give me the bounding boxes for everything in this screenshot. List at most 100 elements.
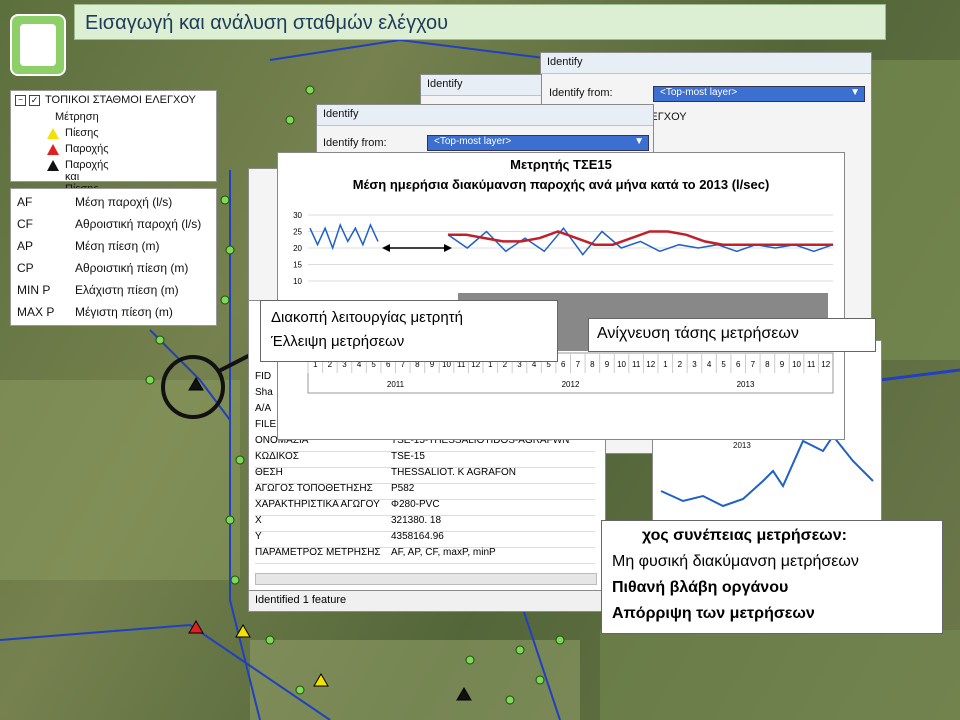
pipe-line xyxy=(0,623,331,720)
chevron-down-icon: ▼ xyxy=(634,136,644,147)
year-tick-label: 2013 xyxy=(737,380,755,389)
pressure-station-marker[interactable] xyxy=(313,673,329,687)
month-tick-label: 6 xyxy=(736,360,741,369)
legend-item-label: Παροχής xyxy=(65,143,109,155)
attr-label: FID xyxy=(255,371,272,382)
table-row[interactable]: ΧΑΡΑΚΤΗΡΙΣΤΙΚΑ ΑΓΩΓΟΥ Φ280-PVC xyxy=(255,499,595,516)
note-trend-detection: Ανίχνευση τάσης μετρήσεων xyxy=(588,318,876,352)
slide-title-bar: Εισαγωγή και ανάλυση σταθμών ελέγχου xyxy=(74,4,886,40)
month-tick-label: 8 xyxy=(765,360,770,369)
network-node[interactable] xyxy=(285,115,295,125)
page-title: Εισαγωγή και ανάλυση σταθμών ελέγχου xyxy=(85,12,449,34)
attr-label: Sha xyxy=(255,387,273,398)
table-row[interactable]: ΠΑΡΑΜΕΤΡΟΣ ΜΕΤΡΗΣΗΣ AF, AP, CF, maxP, min… xyxy=(255,547,595,564)
chart-plot: 30252015101 2 3 4 5 6 7 8 9 10 11 12 1 2 3 4 5 6 7 8 9 10 11 12… xyxy=(293,211,834,394)
network-node[interactable] xyxy=(535,675,545,685)
network-node[interactable] xyxy=(155,335,165,345)
app-logo xyxy=(10,14,66,76)
month-tick-label: 3 xyxy=(692,360,697,369)
window-title: Identify xyxy=(427,78,463,90)
window-title: Identify xyxy=(323,108,359,120)
month-tick-label: 10 xyxy=(792,360,801,369)
network-node[interactable] xyxy=(225,245,235,255)
month-tick-label: 7 xyxy=(751,360,756,369)
network-node[interactable] xyxy=(145,375,155,385)
network-node[interactable] xyxy=(505,695,515,705)
month-tick-label: 2 xyxy=(678,360,683,369)
attr-label: A/A xyxy=(255,403,272,414)
black-triangle-icon xyxy=(47,160,59,171)
window-title: Identify xyxy=(547,56,583,68)
network-node[interactable] xyxy=(230,575,240,585)
month-tick-label: 1 xyxy=(663,360,668,369)
year-label: 2013 xyxy=(733,441,751,450)
chevron-down-icon: ▼ xyxy=(850,87,860,98)
network-node[interactable] xyxy=(515,645,525,655)
table-row[interactable]: ΚΩΔΙΚΟΣ TSE-15 xyxy=(255,451,595,468)
layer-legend: − ✓ ΤΟΠΙΚΟΙ ΣΤΑΘΜΟΙ ΕΛΕΓΧΟΥ Μέτρηση Πίεσ… xyxy=(10,90,217,195)
arrow-head xyxy=(382,244,390,252)
network-node[interactable] xyxy=(220,295,230,305)
pipe-line xyxy=(519,599,561,720)
legend-layer-name: ΤΟΠΙΚΟΙ ΣΤΑΘΜΟΙ ΕΛΕΓΧΟΥ xyxy=(45,94,196,106)
network-node[interactable] xyxy=(235,455,245,465)
network-node[interactable] xyxy=(220,195,230,205)
month-tick-label: 12 xyxy=(646,360,655,369)
y-tick-label: 25 xyxy=(293,228,302,237)
identify-from-label: Identify from: xyxy=(549,87,613,99)
month-tick-label: 9 xyxy=(605,360,610,369)
month-tick-label: 4 xyxy=(707,360,712,369)
flow-chart-panel: Μετρητής ΤΣΕ15 Μέση ημερήσια διακύμανση … xyxy=(277,152,845,440)
month-tick-label: 7 xyxy=(576,360,581,369)
logo-icon xyxy=(20,24,56,66)
note-meter-outage: Διακοπή λειτουργίας μετρητή Έλλειψη μετρ… xyxy=(260,300,558,362)
pipe-line xyxy=(879,368,960,382)
legend-item-label: Πίεσης xyxy=(65,127,99,139)
identify-from-label: Identify from: xyxy=(323,137,387,149)
arrow-head xyxy=(444,244,452,252)
yellow-triangle-icon xyxy=(47,128,59,139)
identify-from-select[interactable]: <Top-most layer> ▼ xyxy=(427,135,649,151)
network-node[interactable] xyxy=(305,85,315,95)
month-tick-label: 6 xyxy=(561,360,566,369)
series-line-2 xyxy=(448,230,833,246)
collapse-icon[interactable]: − xyxy=(15,95,26,106)
series-line-0 xyxy=(309,222,379,251)
abbreviations-table: AF Μέση παροχή (l/s) CF Αθροιστική παροχή … xyxy=(10,188,217,326)
year-tick-label: 2012 xyxy=(562,380,580,389)
month-tick-label: 10 xyxy=(617,360,626,369)
attr-label: FILE xyxy=(255,419,277,430)
network-node[interactable] xyxy=(225,515,235,525)
flow-station-marker[interactable] xyxy=(188,620,204,634)
y-tick-label: 30 xyxy=(293,211,302,220)
y-tick-label: 10 xyxy=(293,277,302,286)
identify-window[interactable]: Identify Identify from: <Top-most layer>… xyxy=(316,104,654,156)
status-text: Identified 1 feature xyxy=(255,594,347,606)
flow-pressure-station-marker[interactable] xyxy=(456,687,472,701)
month-tick-label: 8 xyxy=(590,360,595,369)
table-row[interactable]: ΑΓΩΓΟΣ ΤΟΠΟΘΕΤΗΣΗΣ P582 xyxy=(255,483,595,500)
horizontal-scrollbar[interactable] xyxy=(255,573,597,585)
y-tick-label: 15 xyxy=(293,261,302,270)
network-node[interactable] xyxy=(555,635,565,645)
network-node[interactable] xyxy=(265,635,275,645)
year-tick-label: 2011 xyxy=(387,380,405,389)
network-node[interactable] xyxy=(295,685,305,695)
table-row[interactable]: ΘΕΣΗ THESSALIOT. K AGRAFON xyxy=(255,467,595,484)
month-tick-label: 5 xyxy=(721,360,726,369)
month-tick-label: 11 xyxy=(807,360,816,369)
legend-group-label: Μέτρηση xyxy=(55,111,99,123)
month-tick-label: 11 xyxy=(632,360,641,369)
pipe-line xyxy=(269,38,561,61)
chart-series-line xyxy=(660,434,874,508)
red-triangle-icon xyxy=(47,144,59,155)
table-row[interactable]: Y 4358164.96 xyxy=(255,531,595,548)
y-tick-label: 20 xyxy=(293,244,302,253)
identify-from-select[interactable]: <Top-most layer> ▼ xyxy=(653,86,865,102)
status-bar: Identified 1 feature xyxy=(248,590,606,612)
network-node[interactable] xyxy=(465,655,475,665)
month-tick-label: 12 xyxy=(821,360,830,369)
note-consistency-check: χος συνέπειας μετρήσεων: Μη φυσική διακύ… xyxy=(601,520,943,634)
table-row[interactable]: X 321380. 18 xyxy=(255,515,595,532)
layer-checkbox[interactable]: ✓ xyxy=(29,95,40,106)
